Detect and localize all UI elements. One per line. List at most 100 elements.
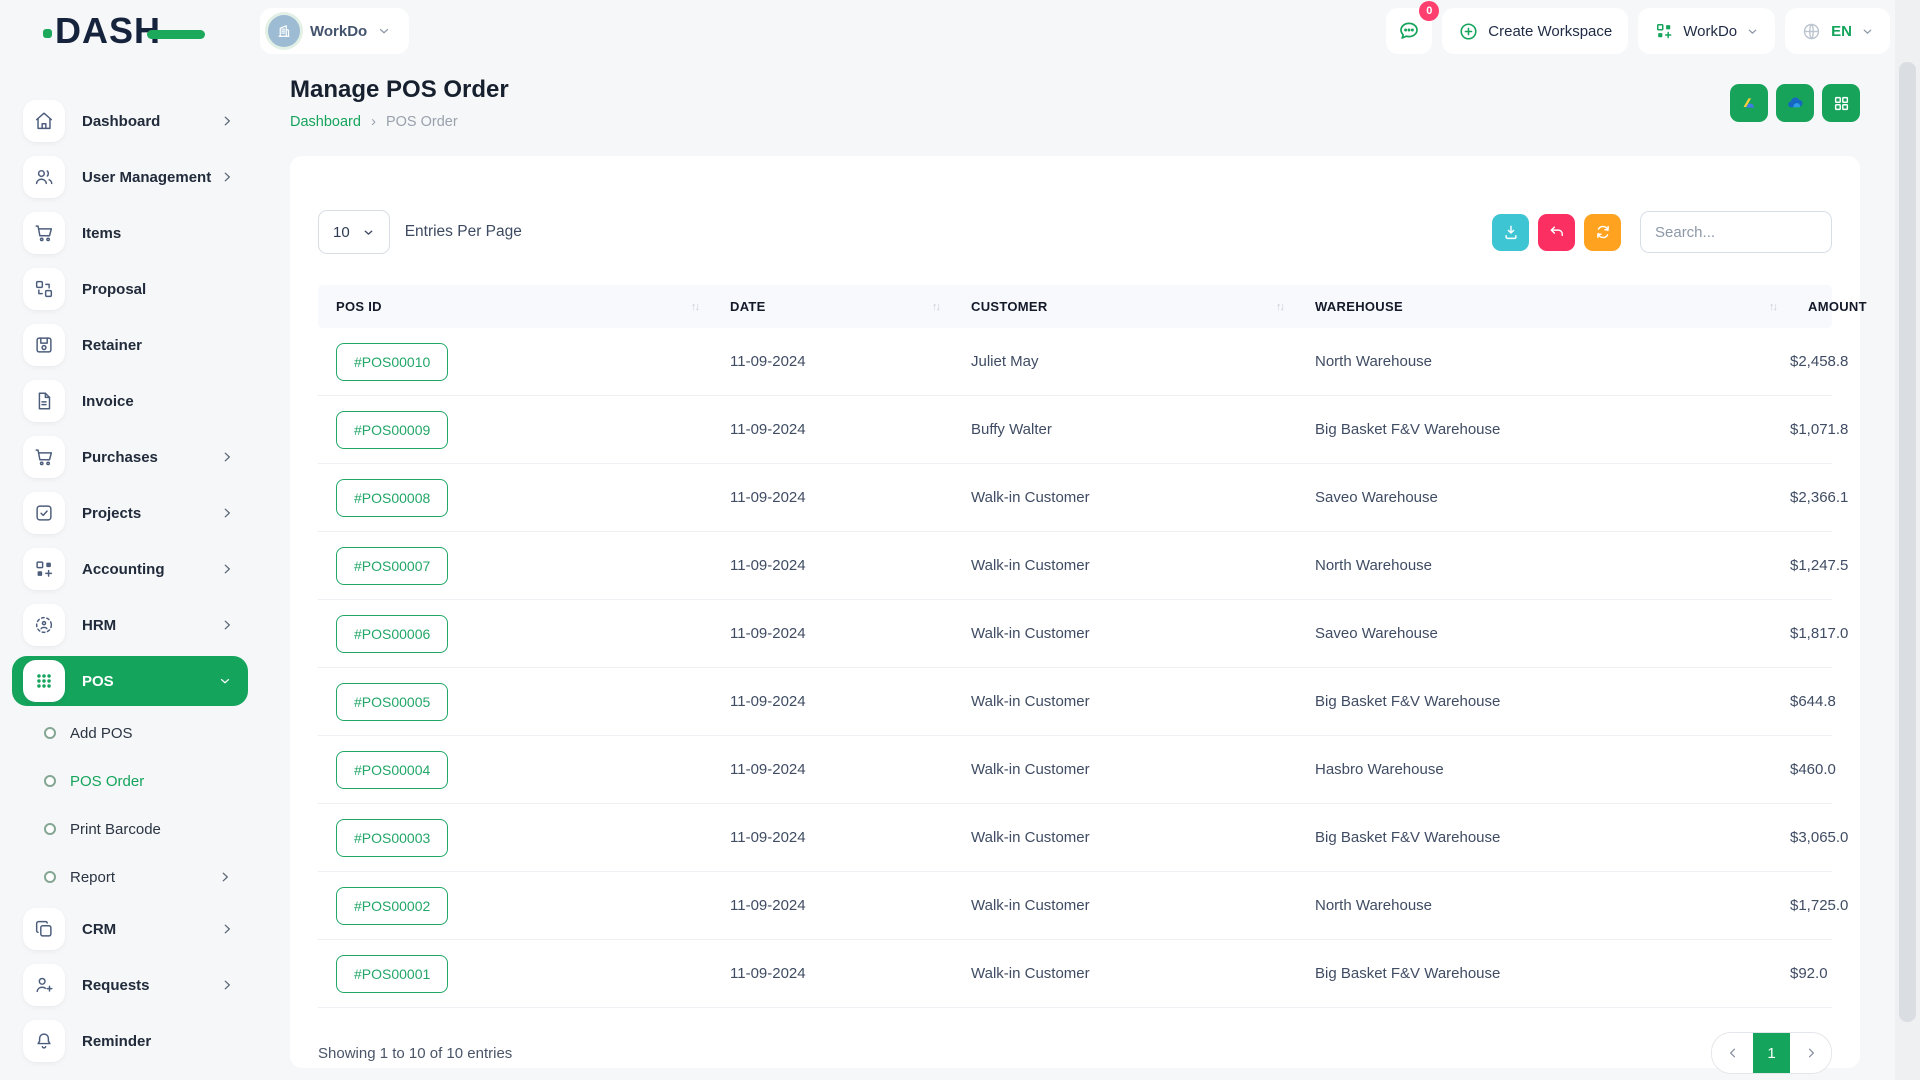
onedrive-icon — [1784, 92, 1806, 114]
next-page-button[interactable] — [1790, 1033, 1831, 1073]
sidebar-subitem-print-barcode[interactable]: Print Barcode — [12, 812, 248, 846]
sort-icon[interactable]: ↑↓ — [932, 301, 939, 313]
pos-id-link[interactable]: #POS00002 — [336, 887, 448, 925]
chevron-right-icon — [220, 114, 234, 128]
breadcrumb-dashboard-link[interactable]: Dashboard — [290, 114, 361, 130]
pos-id-link[interactable]: #POS00005 — [336, 683, 448, 721]
chevron-right-icon — [220, 562, 234, 576]
sidebar-subitem-add-pos[interactable]: Add POS — [12, 716, 248, 750]
column-header-customer[interactable]: CUSTOMER↑↓ — [953, 299, 1297, 314]
sidebar-item-invoice[interactable]: Invoice — [12, 380, 248, 422]
table-row: #POS00002 11-09-2024 Walk-in Customer No… — [318, 872, 1832, 940]
scrollbar-thumb[interactable] — [1899, 62, 1916, 1022]
bullet-icon — [44, 871, 56, 883]
chevron-down-icon — [218, 674, 232, 688]
customer-cell: Walk-in Customer — [953, 693, 1297, 710]
export-button[interactable] — [1492, 214, 1529, 251]
warehouse-cell: North Warehouse — [1297, 557, 1790, 574]
amount-cell: $3,065.0 — [1790, 829, 1864, 846]
pos-id-link[interactable]: #POS00009 — [336, 411, 448, 449]
workdo-menu-button[interactable]: WorkDo — [1638, 8, 1775, 54]
page-header: Manage POS Order Dashboard › POS Order — [290, 76, 1860, 130]
sidebar-item-items[interactable]: Items — [12, 212, 248, 254]
sidebar-subitem-report[interactable]: Report — [12, 860, 248, 894]
logo-text: DASH — [55, 13, 161, 49]
logo-accent-dot — [43, 29, 52, 38]
column-header-amount[interactable]: AMOUNT — [1790, 299, 1883, 314]
create-workspace-button[interactable]: Create Workspace — [1442, 8, 1628, 54]
google-drive-button[interactable] — [1730, 84, 1768, 122]
workspace-avatar — [268, 15, 300, 47]
breadcrumb-current: POS Order — [386, 114, 458, 130]
pos-id-link[interactable]: #POS00003 — [336, 819, 448, 857]
table-row: #POS00009 11-09-2024 Buffy Walter Big Ba… — [318, 396, 1832, 464]
showing-entries-text: Showing 1 to 10 of 10 entries — [318, 1045, 512, 1062]
google-drive-icon — [1739, 93, 1759, 113]
amount-cell: $460.0 — [1790, 761, 1852, 778]
page-scrollbar[interactable] — [1895, 0, 1920, 1080]
pos-id-link[interactable]: #POS00010 — [336, 343, 448, 381]
sort-icon[interactable]: ↑↓ — [1769, 301, 1776, 313]
sidebar-item-crm[interactable]: CRM — [12, 908, 248, 950]
refresh-button[interactable] — [1584, 214, 1621, 251]
sort-icon[interactable]: ↑↓ — [1276, 301, 1283, 313]
warehouse-cell: Big Basket F&V Warehouse — [1297, 965, 1790, 982]
grid-icon — [1832, 94, 1851, 113]
sort-icon[interactable]: ↑↓ — [691, 301, 698, 313]
date-cell: 11-09-2024 — [712, 761, 953, 778]
sidebar-item-pos[interactable]: POS — [12, 656, 248, 706]
pos-id-link[interactable]: #POS00001 — [336, 955, 448, 993]
table-row: #POS00005 11-09-2024 Walk-in Customer Bi… — [318, 668, 1832, 736]
warehouse-cell: North Warehouse — [1297, 353, 1790, 370]
sidebar-item-purchases[interactable]: Purchases — [12, 436, 248, 478]
column-header-warehouse[interactable]: WAREHOUSE↑↓ — [1297, 299, 1790, 314]
sidebar: Dashboard User Management Items Proposal — [0, 62, 260, 1080]
table-row: #POS00008 11-09-2024 Walk-in Customer Sa… — [318, 464, 1832, 532]
entries-per-page-select[interactable]: 10 — [318, 210, 390, 254]
search-input[interactable] — [1640, 211, 1832, 253]
create-workspace-label: Create Workspace — [1488, 23, 1612, 40]
messages-button[interactable]: 0 — [1386, 8, 1432, 54]
pos-id-link[interactable]: #POS00008 — [336, 479, 448, 517]
plus-circle-icon — [1458, 21, 1479, 42]
workspace-selector[interactable]: WorkDo — [260, 8, 409, 54]
amount-cell: $2,458.8 — [1790, 353, 1864, 370]
brand-logo[interactable]: DASH — [0, 13, 260, 49]
sidebar-item-accounting[interactable]: Accounting — [12, 548, 248, 590]
column-header-date[interactable]: DATE↑↓ — [712, 299, 953, 314]
grid-dots-icon — [23, 660, 65, 702]
warehouse-cell: Saveo Warehouse — [1297, 489, 1790, 506]
pos-id-link[interactable]: #POS00004 — [336, 751, 448, 789]
sidebar-item-requests[interactable]: Requests — [12, 964, 248, 1006]
pos-order-table: POS ID↑↓ DATE↑↓ CUSTOMER↑↓ WAREHOUSE↑↓ A… — [318, 285, 1832, 1008]
breadcrumb: Dashboard › POS Order — [290, 113, 509, 130]
page-number-button[interactable]: 1 — [1753, 1033, 1790, 1073]
table-row: #POS00007 11-09-2024 Walk-in Customer No… — [318, 532, 1832, 600]
amount-cell: $1,725.0 — [1790, 897, 1864, 914]
language-selector[interactable]: EN — [1785, 8, 1890, 54]
pos-id-link[interactable]: #POS00006 — [336, 615, 448, 653]
table-controls: 10 Entries Per Page — [318, 210, 1832, 254]
sidebar-item-dashboard[interactable]: Dashboard — [12, 100, 248, 142]
column-header-pos-id[interactable]: POS ID↑↓ — [318, 299, 712, 314]
chevron-down-icon — [1746, 25, 1759, 38]
sidebar-item-proposal[interactable]: Proposal — [12, 268, 248, 310]
sidebar-item-projects[interactable]: Projects — [12, 492, 248, 534]
sidebar-subitem-pos-order[interactable]: POS Order — [12, 764, 248, 798]
refresh-icon — [1594, 223, 1612, 241]
chevron-down-icon — [362, 226, 375, 239]
sidebar-item-retainer[interactable]: Retainer — [12, 324, 248, 366]
globe-icon — [1801, 21, 1822, 42]
sidebar-item-reminder[interactable]: Reminder — [12, 1020, 248, 1062]
table-row: #POS00003 11-09-2024 Walk-in Customer Bi… — [318, 804, 1832, 872]
undo-icon — [1548, 223, 1566, 241]
date-cell: 11-09-2024 — [712, 897, 953, 914]
sidebar-item-hrm[interactable]: HRM — [12, 604, 248, 646]
previous-page-button[interactable] — [1712, 1033, 1753, 1073]
undo-button[interactable] — [1538, 214, 1575, 251]
grid-view-button[interactable] — [1822, 84, 1860, 122]
onedrive-button[interactable] — [1776, 84, 1814, 122]
pos-id-link[interactable]: #POS00007 — [336, 547, 448, 585]
sidebar-item-user-management[interactable]: User Management — [12, 156, 248, 198]
chat-icon — [1397, 19, 1421, 43]
